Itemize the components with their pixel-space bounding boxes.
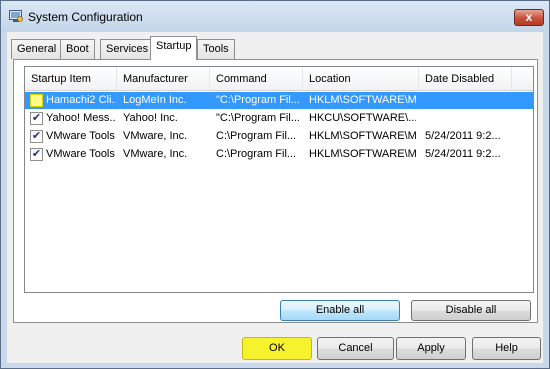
checkmark-icon: ✔	[31, 130, 42, 142]
cell-manufacturer: LogMeIn Inc.	[123, 94, 187, 106]
tab-label: Boot	[66, 43, 89, 55]
cell-date-disabled: 5/24/2011 9:2...	[425, 148, 501, 160]
tab-tools[interactable]: Tools	[197, 39, 235, 59]
cell-manufacturer: VMware, Inc.	[123, 130, 188, 142]
cell-command: C:\Program Fil...	[216, 130, 297, 142]
cell-location: HKLM\SOFTWARE\M...	[309, 130, 416, 142]
tab-services[interactable]: Services	[100, 39, 155, 59]
row-checkbox[interactable]: ✔	[30, 148, 43, 161]
tab-startup[interactable]: Startup	[150, 36, 198, 60]
cell-date-disabled	[425, 110, 515, 127]
tab-label: Services	[106, 43, 149, 55]
column-header-startup-item[interactable]: Startup Item	[25, 67, 117, 91]
list-header: Startup Item Manufacturer Command Locati…	[25, 67, 533, 91]
cell-startup-item: Hamachi2 Cli...	[46, 94, 116, 106]
checkmark-icon: ✔	[31, 148, 42, 160]
cancel-button[interactable]: Cancel	[317, 337, 394, 360]
apply-button[interactable]: Apply	[396, 337, 466, 360]
cell-command: "C:\Program Fil...	[216, 94, 300, 106]
row-checkbox[interactable]: ✔	[30, 130, 43, 143]
startup-tab-panel: Startup Item Manufacturer Command Locati…	[13, 59, 538, 323]
table-row[interactable]: ✔ VMware Tools VMware, Inc. C:\Program F…	[25, 146, 533, 163]
system-configuration-window: System Configuration x General Boot Serv…	[0, 0, 550, 369]
tab-general[interactable]: General	[11, 39, 63, 59]
cell-manufacturer: Yahoo! Inc.	[123, 112, 178, 124]
cell-startup-item: VMware Tools	[46, 130, 115, 142]
cell-command: C:\Program Fil...	[216, 148, 297, 160]
disable-all-button[interactable]: Disable all	[411, 300, 531, 321]
close-button[interactable]: x	[514, 9, 544, 26]
column-header-location[interactable]: Location	[303, 67, 419, 91]
enable-all-button[interactable]: Enable all	[280, 300, 400, 321]
dialog-content: General Boot Services Startup Tools Star…	[7, 32, 543, 363]
tab-label: Startup	[156, 40, 192, 52]
tab-label: Tools	[203, 43, 229, 55]
table-row[interactable]: ✔ Yahoo! Mess... Yahoo! Inc. "C:\Program…	[25, 110, 533, 127]
window-title: System Configuration	[28, 10, 143, 24]
cell-location: HKCU\SOFTWARE\...	[309, 112, 416, 124]
column-header-manufacturer[interactable]: Manufacturer	[117, 67, 210, 91]
ok-button[interactable]: OK	[242, 337, 312, 360]
tab-label: General	[17, 43, 57, 55]
help-button[interactable]: Help	[472, 337, 541, 360]
system-config-icon	[9, 10, 23, 23]
cell-date-disabled: 5/24/2011 9:2...	[425, 130, 501, 142]
column-header-date-disabled[interactable]: Date Disabled	[419, 67, 512, 91]
checkmark-icon: ✔	[31, 112, 42, 124]
tab-boot[interactable]: Boot	[60, 39, 95, 59]
column-header-command[interactable]: Command	[210, 67, 303, 91]
cell-location: HKLM\SOFTWARE\M...	[309, 94, 416, 106]
cell-location: HKLM\SOFTWARE\M...	[309, 148, 416, 160]
title-bar[interactable]: System Configuration x	[1, 1, 549, 32]
cell-manufacturer: VMware, Inc.	[123, 148, 188, 160]
close-icon: x	[525, 10, 533, 24]
table-row[interactable]: ✔ VMware Tools VMware, Inc. C:\Program F…	[25, 128, 533, 145]
cell-startup-item: Yahoo! Mess...	[46, 112, 116, 124]
table-row[interactable]: Hamachi2 Cli... LogMeIn Inc. "C:\Program…	[25, 92, 533, 109]
row-checkbox[interactable]	[30, 94, 43, 107]
cell-date-disabled	[425, 92, 515, 109]
row-checkbox[interactable]: ✔	[30, 112, 43, 125]
cell-command: "C:\Program Fil...	[216, 112, 300, 124]
startup-items-list[interactable]: Startup Item Manufacturer Command Locati…	[24, 66, 534, 293]
cell-startup-item: VMware Tools	[46, 148, 115, 160]
